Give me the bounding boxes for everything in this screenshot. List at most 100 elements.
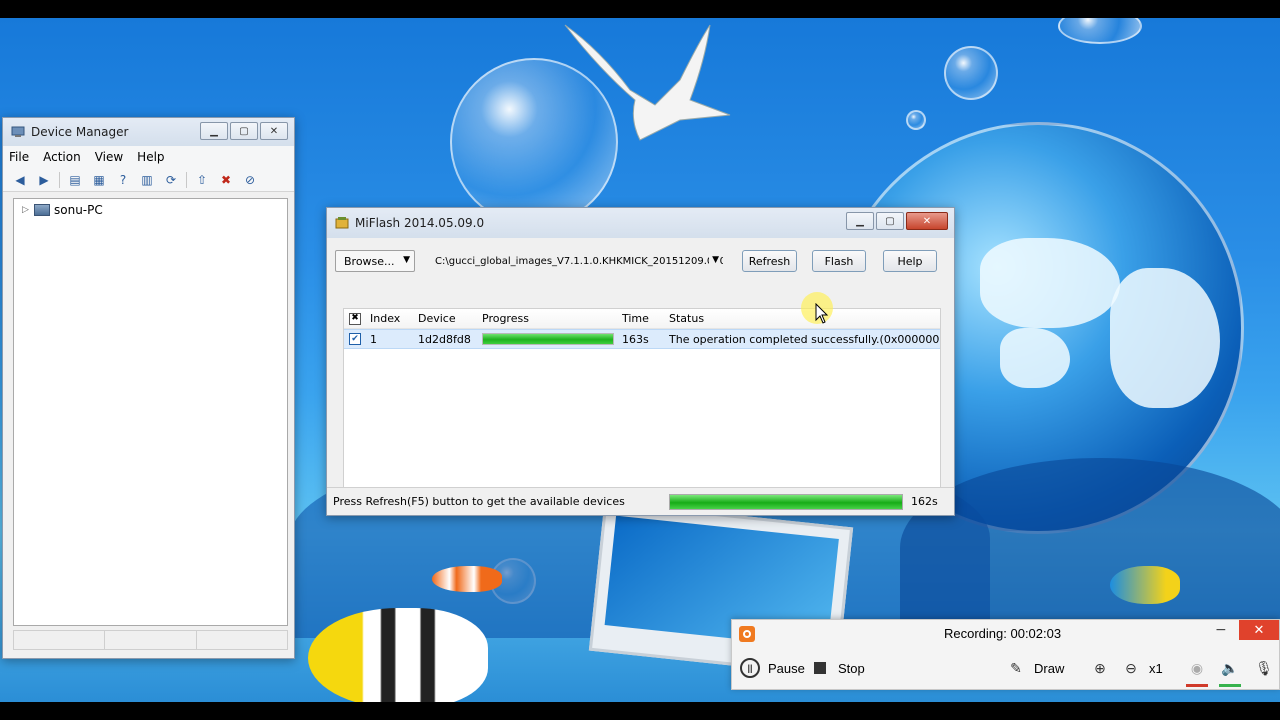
show-hide-tree-icon[interactable]: ▤ [66,172,84,188]
disable-device-icon[interactable]: ⊘ [241,172,259,188]
table-header: ✖ Index Device Progress Time Status [344,309,940,329]
zoom-in-icon: ⊕ [1094,659,1106,676]
maximize-button[interactable]: ▢ [876,212,904,230]
flash-button[interactable]: Flash [812,250,866,272]
tree-item-computer[interactable]: ▷ sonu-PC [22,203,279,217]
row-index: 1 [370,332,377,346]
recorder-minimize-button[interactable]: − [1215,622,1227,638]
overall-time: 162s [911,495,938,508]
close-button[interactable]: ✕ [260,122,288,140]
fish-decoration [432,566,502,592]
back-arrow-icon[interactable]: ◀ [11,172,29,188]
column-header-device[interactable]: Device [418,312,482,325]
table-row[interactable]: ✔ 1 1d2d8fd8 163s The operation complete… [344,329,940,349]
device-table: ✖ Index Device Progress Time Status ✔ 1 … [343,308,941,504]
device-manager-window: Device Manager ▁ ▢ ✕ File Action View He… [2,117,295,659]
mouse-cursor-icon [815,303,829,324]
select-all-checkbox[interactable]: ✖ [349,312,361,325]
draw-label: Draw [1034,660,1065,676]
minimize-button[interactable]: ▁ [846,212,874,230]
row-progress-fill [483,334,613,344]
continent-decoration [980,238,1120,328]
column-header-time[interactable]: Time [622,312,669,325]
pause-control[interactable]: || Pause [740,658,805,678]
expand-icon[interactable]: ▷ [22,205,34,215]
close-button[interactable]: ✕ [906,212,948,230]
device-manager-title: Device Manager [31,125,129,139]
menu-help[interactable]: Help [137,150,164,164]
maximize-button[interactable]: ▢ [230,122,258,140]
miflash-statusbar: Press Refresh(F5) button to get the avai… [327,487,954,515]
screen-recorder-bar: Recording: 00:02:03 − ✕ || Pause Stop ✎ … [731,619,1280,690]
zoom-in-control[interactable]: ⊕ [1090,658,1118,678]
bubble-decoration [944,46,998,100]
row-device: 1d2d8fd8 [418,332,471,346]
menu-action[interactable]: Action [43,150,81,164]
webcam-icon: ◉ [1190,659,1204,676]
row-time: 163s [622,332,649,346]
bubble-decoration [906,110,926,130]
seagull-decoration [564,24,731,141]
scan-hardware-icon[interactable]: ⟳ [162,172,180,188]
pause-label: Pause [768,660,805,676]
bubble-decoration [1058,18,1142,44]
help-icon[interactable]: ? [114,172,132,188]
recorder-close-button[interactable]: ✕ [1239,620,1279,640]
uninstall-icon[interactable]: ✖ [217,172,235,188]
webcam-control[interactable]: ◉ [1187,658,1215,678]
image-path-value: C:\gucci_global_images_V7.1.1.0.KHKMICK_… [435,255,723,267]
column-header-progress[interactable]: Progress [482,312,622,325]
stop-control[interactable]: Stop [810,658,865,678]
miflash-titlebar[interactable]: MiFlash 2014.05.09.0 ▁ ▢ ✕ [327,208,954,238]
menu-file[interactable]: File [9,150,29,164]
device-manager-icon [11,126,25,137]
device-manager-statusbar [13,630,288,650]
zoom-level: x1 [1149,660,1163,676]
microphone-control[interactable]: 🎙 [1254,658,1280,678]
help-button[interactable]: Help [883,250,937,272]
stop-label: Stop [838,660,865,676]
device-manager-toolbar: ◀ ▶ ▤ ▦ ? ▥ ⟳ ⇧ ✖ ⊘ [3,168,294,192]
recorder-logo-icon [739,626,755,642]
forward-arrow-icon[interactable]: ▶ [35,172,53,188]
draw-control[interactable]: ✎ Draw [1006,658,1064,678]
chevron-down-icon: ▼ [403,255,410,265]
chevron-down-icon: ▼ [709,255,719,265]
device-manager-titlebar[interactable]: Device Manager ▁ ▢ ✕ [3,118,294,146]
pencil-icon: ✎ [1010,659,1022,676]
computer-icon [34,204,50,216]
update-driver-icon[interactable]: ⇧ [193,172,211,188]
browse-label: Browse... [344,254,395,268]
image-path-combobox[interactable]: C:\gucci_global_images_V7.1.1.0.KHKMICK_… [427,250,723,272]
water-wave-decoration [900,458,1280,638]
stop-icon [810,658,830,678]
properties-icon[interactable]: ▦ [90,172,108,188]
row-status: The operation completed successfully.(0x… [669,332,939,346]
overall-progress-fill [670,495,902,509]
recording-timer: Recording: 00:02:03 [944,626,1062,641]
zoom-out-control[interactable]: ⊖ x1 [1121,658,1163,678]
fish-decoration [1110,566,1180,604]
view-icon[interactable]: ▥ [138,172,156,188]
row-checkbox[interactable]: ✔ [349,333,361,345]
continent-decoration [1000,328,1070,388]
status-message: Press Refresh(F5) button to get the avai… [333,495,625,508]
column-header-index[interactable]: Index [370,312,418,325]
device-manager-menubar: File Action View Help [3,146,294,168]
device-tree: ▷ sonu-PC [13,198,288,626]
miflash-window: MiFlash 2014.05.09.0 ▁ ▢ ✕ Browse... ▼ C… [326,207,955,516]
tree-item-label: sonu-PC [54,203,103,217]
browse-dropdown[interactable]: Browse... ▼ [335,250,415,272]
refresh-button[interactable]: Refresh [742,250,797,272]
taskbar [0,702,1280,720]
speaker-control[interactable]: 🔈 [1220,658,1248,678]
miflash-title: MiFlash 2014.05.09.0 [355,216,485,230]
fish-decoration [308,608,488,702]
continent-decoration [1110,268,1220,408]
zoom-out-icon: ⊖ [1125,659,1137,676]
menu-view[interactable]: View [95,150,123,164]
row-progress-bar [482,333,614,345]
microphone-icon: 🎙 [1255,659,1273,676]
speaker-icon: 🔈 [1221,659,1239,676]
minimize-button[interactable]: ▁ [200,122,228,140]
